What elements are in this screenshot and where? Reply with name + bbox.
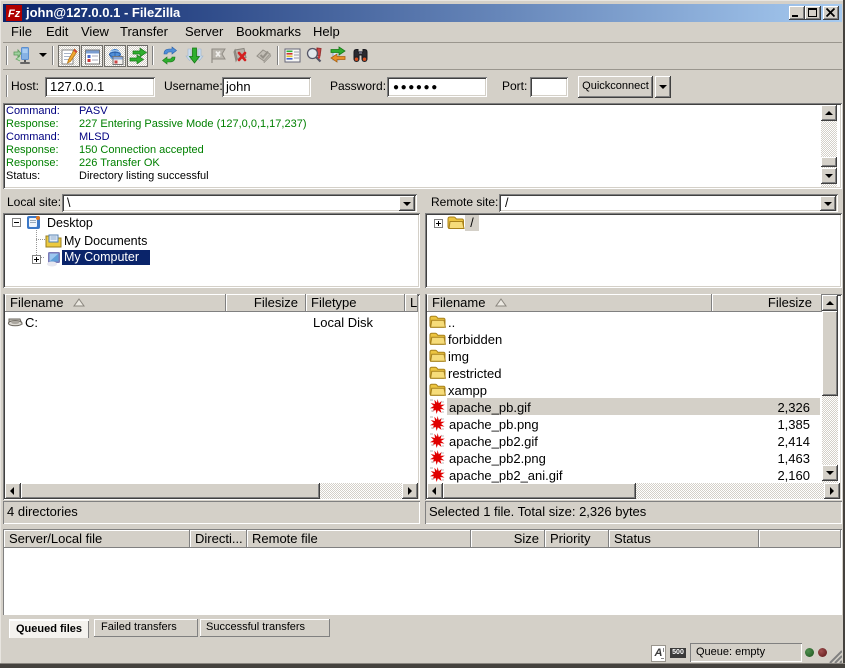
- svg-text:Fz: Fz: [8, 8, 21, 20]
